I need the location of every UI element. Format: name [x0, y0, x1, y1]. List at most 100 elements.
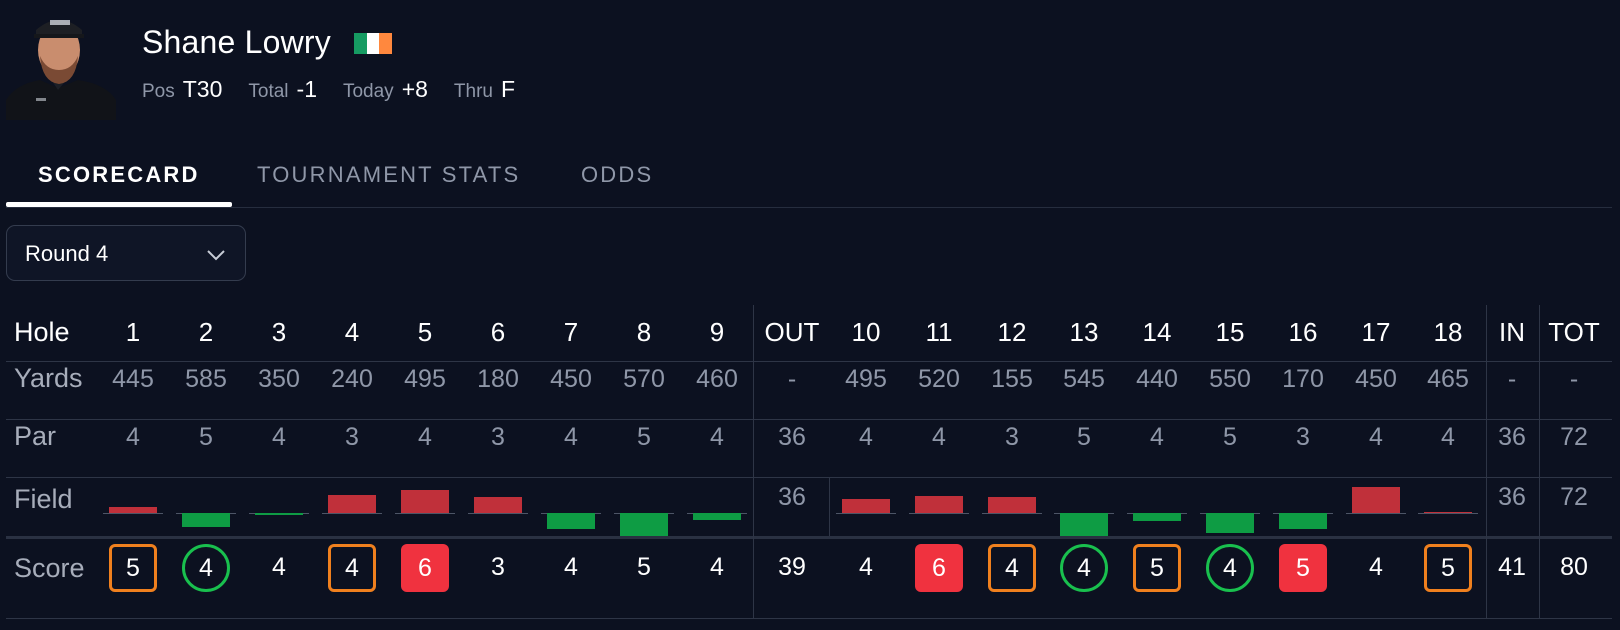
field-bar — [328, 495, 376, 513]
field-bar — [1133, 513, 1181, 522]
scorecard-table: Hole Yards Par Field Score 1 445 4 5 2 585 5 4 3… — [6, 305, 1612, 622]
yards-cell: - — [1569, 365, 1579, 393]
hole-header-17: 17 — [1361, 317, 1391, 347]
score-cell: 4 — [1369, 553, 1383, 581]
score-cell: 5 — [637, 553, 651, 581]
hole-header-14: 14 — [1142, 317, 1172, 347]
hole-header-9: 9 — [709, 317, 725, 347]
stat-value: +8 — [401, 76, 428, 102]
field-bar — [1279, 513, 1327, 529]
hole-header-out: OUT — [764, 317, 820, 347]
hole-header-18: 18 — [1433, 317, 1463, 347]
field-bar — [1352, 486, 1400, 513]
stat-label: Total — [248, 81, 289, 102]
score-cell: 39 — [778, 553, 806, 581]
hole-header-3: 3 — [271, 317, 287, 347]
hole-header-tot: TOT — [1548, 317, 1600, 347]
row-divider — [6, 361, 1612, 362]
yards-cell: 460 — [696, 365, 738, 393]
field-baseline — [103, 513, 163, 514]
field-baseline — [909, 513, 969, 514]
field-bar — [182, 513, 230, 528]
score-cell: 4 — [710, 553, 724, 581]
field-bar — [474, 497, 522, 513]
par-cell: 36 — [778, 423, 806, 451]
round-select[interactable]: Round 4 — [6, 225, 246, 281]
field-baseline — [982, 513, 1042, 514]
hole-header-6: 6 — [490, 317, 506, 347]
stat-today: Today +8 — [343, 76, 428, 103]
par-cell: 5 — [637, 423, 651, 451]
field-bar — [915, 496, 963, 513]
hole-header-10: 10 — [851, 317, 881, 347]
yards-cell: 495 — [845, 365, 887, 393]
field-bar — [988, 497, 1036, 513]
score-birdie-circle: 4 — [1060, 544, 1108, 592]
stat-value: -1 — [296, 76, 317, 102]
field-bar — [109, 507, 157, 513]
field-bar — [547, 513, 595, 529]
score-double-bogey-box: 6 — [915, 544, 963, 592]
yards-cell: 520 — [918, 365, 960, 393]
active-tab-indicator — [6, 202, 232, 207]
par-cell: 3 — [1005, 423, 1019, 451]
field-total-cell: 72 — [1560, 483, 1588, 511]
row-label-yards: Yards — [14, 363, 83, 393]
player-header: Shane Lowry Pos T30 Total -1 Today +8 Th… — [0, 0, 1620, 125]
hole-header-5: 5 — [417, 317, 433, 347]
stat-label: Pos — [142, 81, 175, 102]
chevron-down-icon — [207, 250, 225, 261]
field-total-cell: 36 — [778, 483, 806, 511]
par-cell: 5 — [1223, 423, 1237, 451]
yards-cell: - — [787, 365, 797, 393]
hole-header-15: 15 — [1215, 317, 1245, 347]
player-stats: Pos T30 Total -1 Today +8 Thru F — [142, 76, 541, 103]
field-baseline — [395, 513, 455, 514]
yards-cell: 495 — [404, 365, 446, 393]
yards-cell: 170 — [1282, 365, 1324, 393]
row-label-par: Par — [14, 421, 57, 451]
hole-header-4: 4 — [344, 317, 360, 347]
hole-header-11: 11 — [925, 317, 953, 347]
stat-position: Pos T30 — [142, 76, 222, 103]
field-bar — [401, 490, 449, 513]
hole-header-13: 13 — [1069, 317, 1099, 347]
yards-cell: 350 — [258, 365, 300, 393]
hole-header-8: 8 — [636, 317, 652, 347]
row-label-hole: Hole — [14, 317, 70, 347]
tab-odds[interactable]: ODDS — [581, 162, 653, 188]
par-cell: 4 — [564, 423, 578, 451]
yards-cell: 585 — [185, 365, 227, 393]
par-cell: 4 — [126, 423, 140, 451]
score-cell: 4 — [564, 553, 578, 581]
par-cell: 72 — [1560, 423, 1588, 451]
yards-cell: 445 — [112, 365, 154, 393]
tab-tournament-stats[interactable]: TOURNAMENT STATS — [257, 162, 520, 188]
field-baseline — [1418, 513, 1478, 514]
row-divider — [6, 477, 1612, 478]
ireland-flag-icon — [354, 33, 393, 54]
row-divider — [6, 419, 1612, 420]
stat-total: Total -1 — [248, 76, 317, 103]
stat-label: Thru — [453, 81, 493, 102]
field-bar — [693, 513, 741, 521]
column-divider — [753, 305, 754, 618]
yards-cell: 450 — [1355, 365, 1397, 393]
hole-header-7: 7 — [563, 317, 579, 347]
par-cell: 4 — [1369, 423, 1383, 451]
yards-cell: 440 — [1136, 365, 1178, 393]
yards-cell: 155 — [991, 365, 1033, 393]
field-bar — [255, 513, 303, 516]
score-bogey-box: 5 — [1133, 544, 1181, 592]
player-avatar — [6, 8, 116, 120]
score-cell: 3 — [491, 553, 505, 581]
score-birdie-circle: 4 — [182, 544, 230, 592]
yards-cell: 570 — [623, 365, 665, 393]
yards-cell: 240 — [331, 365, 373, 393]
score-birdie-circle: 4 — [1206, 544, 1254, 592]
tab-scorecard[interactable]: SCORECARD — [38, 162, 200, 188]
round-select-value: Round 4 — [25, 241, 109, 266]
score-cell: 4 — [272, 553, 286, 581]
yards-cell: 545 — [1063, 365, 1105, 393]
hole-header-12: 12 — [997, 317, 1027, 347]
